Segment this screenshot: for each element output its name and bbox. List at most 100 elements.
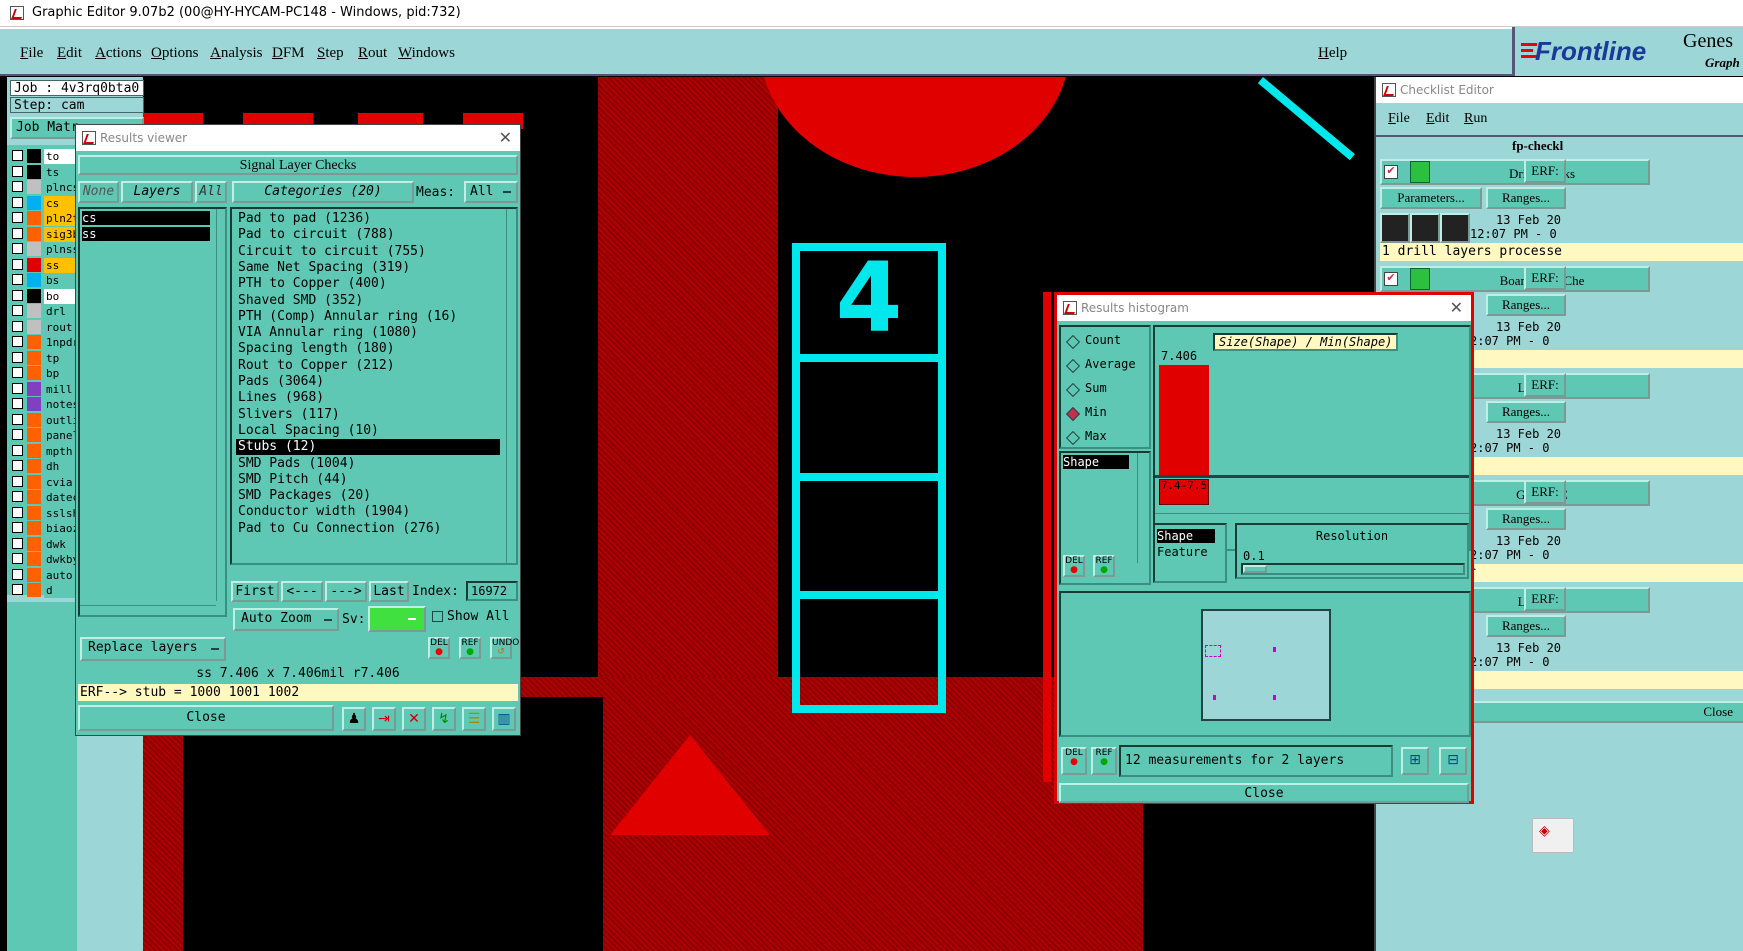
- item-check-icon[interactable]: ✔: [1384, 272, 1398, 286]
- run-icon[interactable]: [1410, 213, 1440, 243]
- layer-checkbox[interactable]: [12, 506, 23, 518]
- mode-radio-count[interactable]: Count: [1065, 333, 1147, 351]
- category-item[interactable]: SMD Pitch (44): [236, 472, 500, 488]
- layer-checkbox[interactable]: [12, 537, 23, 549]
- category-item[interactable]: Pad to Cu Connection (276): [236, 521, 500, 537]
- undo-icon[interactable]: UNDO ↺: [490, 637, 519, 659]
- layer-name[interactable]: bo: [44, 288, 78, 304]
- layer-checkbox[interactable]: [12, 429, 23, 440]
- layer-color-swatch[interactable]: [27, 211, 41, 225]
- layer-name[interactable]: auto: [44, 567, 78, 583]
- layer-color-swatch[interactable]: [27, 273, 41, 287]
- layer-name[interactable]: ts: [44, 164, 78, 180]
- layer-color-swatch[interactable]: [27, 505, 41, 520]
- scrollbar[interactable]: [1137, 453, 1146, 563]
- ref-icon[interactable]: REF ●: [459, 637, 481, 659]
- menu-options[interactable]: Options: [151, 45, 199, 62]
- layer-name[interactable]: biaoz: [44, 521, 78, 536]
- exit-icon[interactable]: ⇥: [372, 707, 396, 731]
- layer-checkbox[interactable]: [12, 382, 23, 394]
- layer-name[interactable]: tp: [44, 350, 78, 366]
- layer-name[interactable]: panel: [44, 428, 78, 443]
- layer-result-list[interactable]: cs ss: [78, 207, 227, 617]
- ranges-button[interactable]: Ranges...: [1486, 401, 1566, 423]
- first-button[interactable]: First: [231, 581, 279, 602]
- checklist-menu-file[interactable]: File: [1388, 111, 1410, 127]
- layer-name[interactable]: datec: [44, 490, 78, 505]
- layer-color-swatch[interactable]: [27, 381, 41, 396]
- erf-button[interactable]: ERF:: [1524, 159, 1566, 183]
- scrollbar[interactable]: [80, 605, 216, 614]
- layer-name[interactable]: sig3b: [44, 226, 78, 242]
- list-item[interactable]: ss: [82, 227, 210, 241]
- del-icon[interactable]: DEL ●: [428, 637, 450, 659]
- layer-checkbox[interactable]: [12, 568, 23, 580]
- menu-edit[interactable]: Edit: [57, 45, 82, 62]
- layer-name[interactable]: mill: [44, 381, 78, 397]
- layer-checkbox[interactable]: [12, 522, 23, 533]
- layer-name[interactable]: dwk: [44, 536, 78, 552]
- category-item[interactable]: Shaved SMD (352): [236, 293, 500, 309]
- layer-checkbox[interactable]: [12, 491, 23, 502]
- category-item[interactable]: VIA Annular ring (1080): [236, 325, 500, 341]
- category-item[interactable]: Spacing length (180): [236, 341, 500, 357]
- layer-color-swatch[interactable]: [27, 536, 41, 551]
- layer-color-swatch[interactable]: [27, 490, 41, 504]
- category-item[interactable]: Local Spacing (10): [236, 423, 500, 439]
- layer-color-swatch[interactable]: [27, 335, 41, 349]
- category-item[interactable]: Circuit to circuit (755): [236, 244, 500, 260]
- menu-file[interactable]: File: [20, 45, 43, 62]
- layer-color-swatch[interactable]: [27, 366, 41, 380]
- menu-rout[interactable]: Rout: [358, 45, 387, 62]
- layer-checkbox[interactable]: [12, 444, 23, 456]
- meas-dropdown[interactable]: All: [464, 181, 518, 203]
- layer-name[interactable]: bs: [44, 273, 78, 288]
- erf-button[interactable]: ERF:: [1524, 373, 1566, 397]
- menu-dfm[interactable]: DFM: [272, 45, 305, 62]
- close-icon[interactable]: ✕: [1450, 295, 1463, 321]
- layer-checkbox[interactable]: [12, 351, 23, 363]
- layer-name[interactable]: dh: [44, 459, 78, 474]
- menu-help[interactable]: Help: [1318, 45, 1347, 62]
- layer-name[interactable]: d: [44, 583, 78, 598]
- layer-color-swatch[interactable]: [27, 288, 41, 303]
- ref-icon[interactable]: REF ●: [1093, 555, 1115, 577]
- del-icon[interactable]: DEL ●: [1061, 747, 1087, 775]
- list-icon[interactable]: ☰: [462, 707, 486, 731]
- layer-color-swatch[interactable]: [27, 428, 41, 442]
- layer-color-swatch[interactable]: [27, 521, 41, 535]
- ranges-button[interactable]: Ranges...: [1486, 294, 1566, 316]
- zoom-out-icon[interactable]: ⊟: [1439, 747, 1467, 775]
- layer-checkbox[interactable]: [12, 320, 23, 332]
- category-item[interactable]: Pad to pad (1236): [236, 211, 500, 227]
- menu-step[interactable]: Step: [317, 45, 344, 62]
- layer-name[interactable]: ss: [44, 257, 78, 273]
- close-icon[interactable]: ✕: [499, 125, 512, 151]
- ref-icon[interactable]: REF ●: [1091, 747, 1117, 775]
- layer-name[interactable]: rout: [44, 319, 78, 335]
- mode-radio-sum[interactable]: Sum: [1065, 381, 1147, 399]
- layer-checkbox[interactable]: [12, 274, 23, 285]
- layer-checkbox[interactable]: [12, 413, 23, 425]
- layer-color-swatch[interactable]: [27, 583, 41, 597]
- parameters-button[interactable]: Parameters...: [1380, 187, 1482, 209]
- group-list[interactable]: Shape Feature: [1153, 523, 1227, 583]
- category-item[interactable]: Slivers (117): [236, 407, 500, 423]
- layer-checkbox[interactable]: [12, 289, 23, 301]
- layer-name[interactable]: notes: [44, 397, 78, 412]
- list-item[interactable]: Shape: [1157, 529, 1215, 543]
- layer-name[interactable]: drl: [44, 304, 78, 319]
- scrollbar[interactable]: [506, 209, 515, 563]
- none-button[interactable]: None: [78, 181, 119, 203]
- layer-name[interactable]: cvia: [44, 474, 78, 490]
- layer-name[interactable]: plncs: [44, 180, 78, 195]
- layers-button[interactable]: Layers: [121, 181, 193, 203]
- layer-color-swatch[interactable]: [27, 164, 41, 179]
- replace-layers-dropdown[interactable]: Replace layers: [80, 637, 226, 661]
- next-button[interactable]: --->: [325, 581, 367, 602]
- last-button[interactable]: Last: [369, 581, 409, 602]
- layer-color-swatch[interactable]: [27, 319, 41, 334]
- category-item[interactable]: PTH to Copper (400): [236, 276, 500, 292]
- layer-checkbox[interactable]: [12, 212, 23, 223]
- list-item[interactable]: Shape: [1063, 455, 1129, 469]
